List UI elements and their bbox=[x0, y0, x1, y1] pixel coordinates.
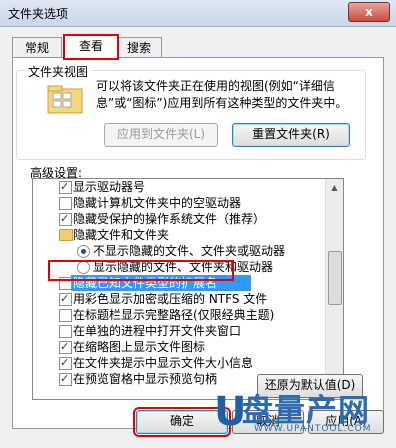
checkbox[interactable] bbox=[59, 197, 72, 210]
reset-folders-button[interactable]: 重置文件夹(R) bbox=[232, 123, 350, 147]
annotation-highlight-box bbox=[48, 260, 234, 281]
checkbox[interactable] bbox=[59, 291, 72, 307]
checkbox[interactable] bbox=[59, 355, 72, 371]
checkbox[interactable] bbox=[59, 371, 72, 387]
list-item-label: 在缩略图上显示文件图标 bbox=[73, 340, 206, 354]
list-item-label: 在标题栏显示完整路径(仅限经典主题) bbox=[73, 308, 275, 322]
list-item-label: 隐藏文件和文件夹 bbox=[73, 228, 170, 242]
checkbox[interactable] bbox=[59, 179, 72, 195]
scroll-thumb[interactable] bbox=[328, 251, 342, 305]
checkbox[interactable] bbox=[59, 211, 72, 227]
advanced-settings-list[interactable]: 显示驱动器号 隐藏计算机文件夹中的空驱动器 隐藏受保护的操作系统文件（推荐） 隐… bbox=[32, 178, 344, 400]
scroll-up-icon[interactable]: ▲ bbox=[326, 179, 343, 196]
tab-general[interactable]: 常规 bbox=[12, 37, 62, 58]
vertical-scrollbar[interactable]: ▲ ▼ bbox=[325, 179, 343, 399]
list-item-label: 显示驱动器号 bbox=[73, 180, 146, 194]
list-item-label: 用彩色显示加密或压缩的 NTFS 文件 bbox=[73, 292, 268, 306]
tab-view[interactable]: 查看 bbox=[63, 34, 119, 60]
checkbox[interactable] bbox=[59, 339, 72, 355]
site-watermark: U 盘量产网 WWW.UPANTOOL.COM bbox=[214, 385, 396, 448]
radio[interactable] bbox=[77, 245, 90, 258]
list-item-label: 隐藏计算机文件夹中的空驱动器 bbox=[73, 196, 242, 210]
tab-search[interactable]: 搜索 bbox=[116, 37, 162, 58]
list-item-label: 在文件夹提示中显示文件大小信息 bbox=[73, 356, 254, 370]
title-bar: 文件夹选项 x bbox=[0, 0, 396, 27]
list-item-label: 在预览窗格中显示预览句柄 bbox=[73, 372, 218, 386]
list-item-label: 隐藏受保护的操作系统文件（推荐） bbox=[73, 212, 266, 226]
checkbox[interactable] bbox=[59, 325, 72, 338]
close-button[interactable]: x bbox=[348, 2, 390, 22]
watermark-url: WWW.UPANTOOL.COM bbox=[254, 424, 372, 434]
folder-views-label: 文件夹视图 bbox=[25, 63, 92, 80]
folder-icon bbox=[47, 85, 83, 114]
checkbox[interactable] bbox=[59, 309, 72, 322]
list-item-label: 在单独的进程中打开文件夹窗口 bbox=[73, 324, 242, 338]
list-item-label: 不显示隐藏的文件、文件夹或驱动器 bbox=[93, 244, 286, 258]
window-title: 文件夹选项 bbox=[8, 7, 69, 21]
apply-to-folders-button[interactable]: 应用到文件夹(L) bbox=[104, 123, 218, 147]
folder-icon bbox=[59, 229, 73, 241]
folder-views-description: 可以将该文件夹正在使用的视图(例如“详细信息”或“图标”)应用到所有这种类型的文… bbox=[96, 79, 348, 110]
